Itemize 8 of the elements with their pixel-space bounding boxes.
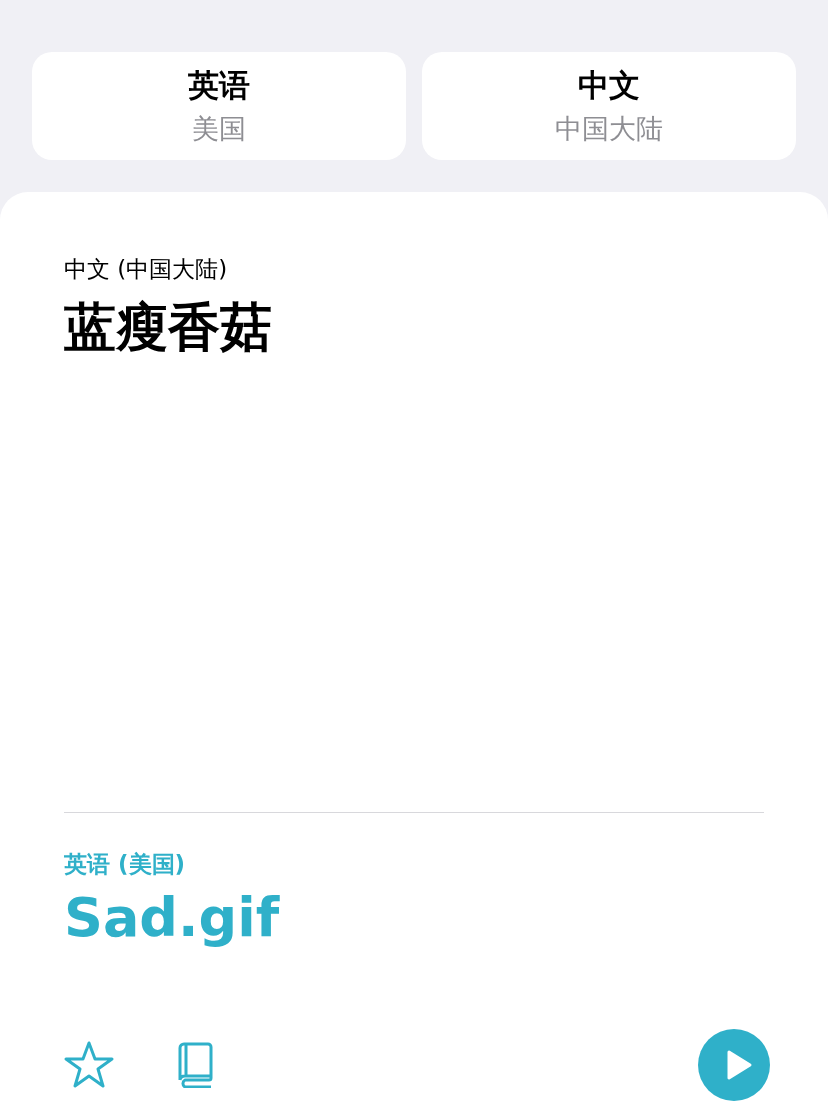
- language-button[interactable]: 中文 中国大陆: [422, 52, 796, 160]
- star-icon[interactable]: [64, 1040, 114, 1090]
- language-button[interactable]: 英语 美国: [32, 52, 406, 160]
- translation-text: Sad.gif: [64, 886, 281, 949]
- target-language-label: 英语 (美国): [64, 850, 187, 879]
- source-text: 蓝瘦香菇: [64, 296, 273, 359]
- source-language-label: 中文 (中国大陆): [64, 255, 229, 284]
- book-icon[interactable]: [176, 1042, 214, 1088]
